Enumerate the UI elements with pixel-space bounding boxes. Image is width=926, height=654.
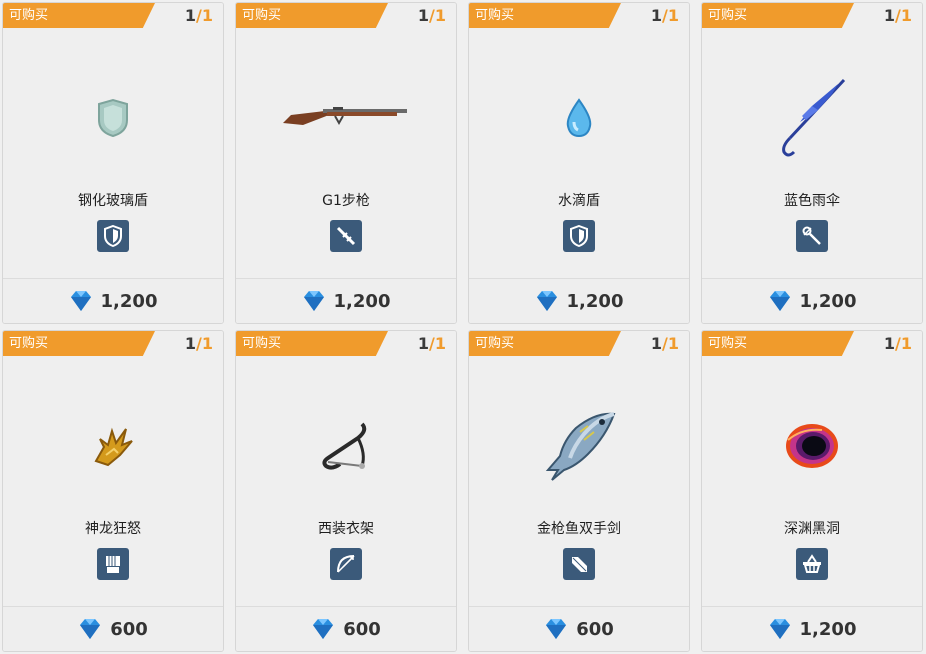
item-name: 神龙狂怒: [85, 521, 141, 537]
bow-icon: [337, 555, 355, 573]
sword-icon: [572, 557, 587, 572]
item-type-badge: [563, 220, 595, 252]
purchasable-tag: 可购买: [3, 3, 155, 28]
diamond-icon: [536, 291, 557, 311]
shield-icon: [104, 225, 122, 247]
item-name: G1步枪: [322, 193, 370, 209]
staff-icon: [802, 226, 821, 245]
price-value: 600: [110, 618, 148, 640]
rifle-type-icon: [336, 226, 356, 246]
stock-count: 1/1: [184, 334, 213, 353]
purchasable-tag: 可购买: [469, 331, 621, 356]
price-bar[interactable]: 1,200: [702, 278, 922, 323]
price-value: 1,200: [100, 290, 158, 312]
item-type-badge: [796, 548, 828, 580]
shop-item-card[interactable]: 可购买 1/1 钢化玻璃盾 1,200: [2, 2, 224, 324]
item-type-badge: [796, 220, 828, 252]
price-value: 600: [576, 618, 614, 640]
price-value: 1,200: [566, 290, 624, 312]
item-image: [469, 391, 689, 501]
item-name: 水滴盾: [558, 193, 600, 209]
price-bar[interactable]: 1,200: [236, 278, 456, 323]
item-type-badge: [97, 220, 129, 252]
item-name: 钢化玻璃盾: [78, 193, 148, 209]
water-drop-icon: [566, 98, 592, 138]
price-bar[interactable]: 1,200: [702, 606, 922, 651]
purchasable-tag: 可购买: [702, 3, 854, 28]
price-value: 1,200: [333, 290, 391, 312]
stock-count: 1/1: [417, 334, 446, 353]
item-name: 深渊黑洞: [784, 521, 840, 537]
tuna-fish-icon: [545, 412, 616, 481]
item-type-badge: [330, 220, 362, 252]
diamond-icon: [769, 619, 790, 639]
diamond-icon: [303, 291, 324, 311]
item-name: 蓝色雨伞: [784, 193, 840, 209]
shop-item-card[interactable]: 可购买 1/1 神龙狂怒 600: [2, 330, 224, 652]
purchasable-tag: 可购买: [236, 331, 388, 356]
stock-count: 1/1: [883, 6, 912, 25]
stock-count: 1/1: [417, 6, 446, 25]
gauntlet-icon: [106, 556, 120, 573]
umbrella-icon: [782, 78, 846, 157]
item-image: [702, 63, 922, 173]
item-type-badge: [330, 548, 362, 580]
shop-item-card[interactable]: 可购买 1/1 西装衣架 600: [235, 330, 457, 652]
stock-count: 1/1: [650, 6, 679, 25]
purchasable-tag: 可购买: [702, 331, 854, 356]
item-name: 金枪鱼双手剑: [537, 521, 621, 537]
diamond-icon: [546, 619, 567, 639]
diamond-icon: [70, 291, 91, 311]
price-value: 1,200: [799, 290, 857, 312]
diamond-icon: [80, 619, 101, 639]
purchasable-tag: 可购买: [469, 3, 621, 28]
rifle-icon: [283, 107, 407, 126]
item-image: [702, 391, 922, 501]
glass-shield-icon: [98, 98, 128, 138]
black-hole-icon: [786, 424, 838, 468]
item-image: [236, 63, 456, 173]
item-image: [469, 63, 689, 173]
diamond-icon: [769, 291, 790, 311]
item-name: 西装衣架: [318, 521, 374, 537]
shield-icon: [570, 225, 588, 247]
shop-item-card[interactable]: 可购买 1/1 水滴盾 1,200: [468, 2, 690, 324]
dragon-claw-icon: [94, 427, 133, 467]
purchasable-tag: 可购买: [3, 331, 155, 356]
shop-item-card[interactable]: 可购买 1/1 深渊黑洞 1,200: [701, 330, 923, 652]
price-bar[interactable]: 1,200: [469, 278, 689, 323]
purchasable-tag: 可购买: [236, 3, 388, 28]
item-type-badge: [97, 548, 129, 580]
price-bar[interactable]: 600: [469, 606, 689, 651]
stock-count: 1/1: [184, 6, 213, 25]
basket-icon: [803, 554, 821, 573]
item-image: [236, 391, 456, 501]
shop-grid: 可购买 1/1 钢化玻璃盾 1,200 可购买 1/1 G1步枪 1,200 可…: [0, 0, 926, 654]
hanger-bow-icon: [322, 422, 367, 470]
price-bar[interactable]: 1,200: [3, 278, 223, 323]
price-value: 600: [343, 618, 381, 640]
stock-count: 1/1: [650, 334, 679, 353]
shop-item-card[interactable]: 可购买 1/1 金枪鱼双手剑 600: [468, 330, 690, 652]
item-type-badge: [563, 548, 595, 580]
diamond-icon: [313, 619, 334, 639]
item-image: [3, 391, 223, 501]
stock-count: 1/1: [883, 334, 912, 353]
shop-item-card[interactable]: 可购买 1/1 蓝色雨伞 1,200: [701, 2, 923, 324]
price-bar[interactable]: 600: [3, 606, 223, 651]
price-value: 1,200: [799, 618, 857, 640]
item-image: [3, 63, 223, 173]
shop-item-card[interactable]: 可购买 1/1 G1步枪 1,200: [235, 2, 457, 324]
price-bar[interactable]: 600: [236, 606, 456, 651]
